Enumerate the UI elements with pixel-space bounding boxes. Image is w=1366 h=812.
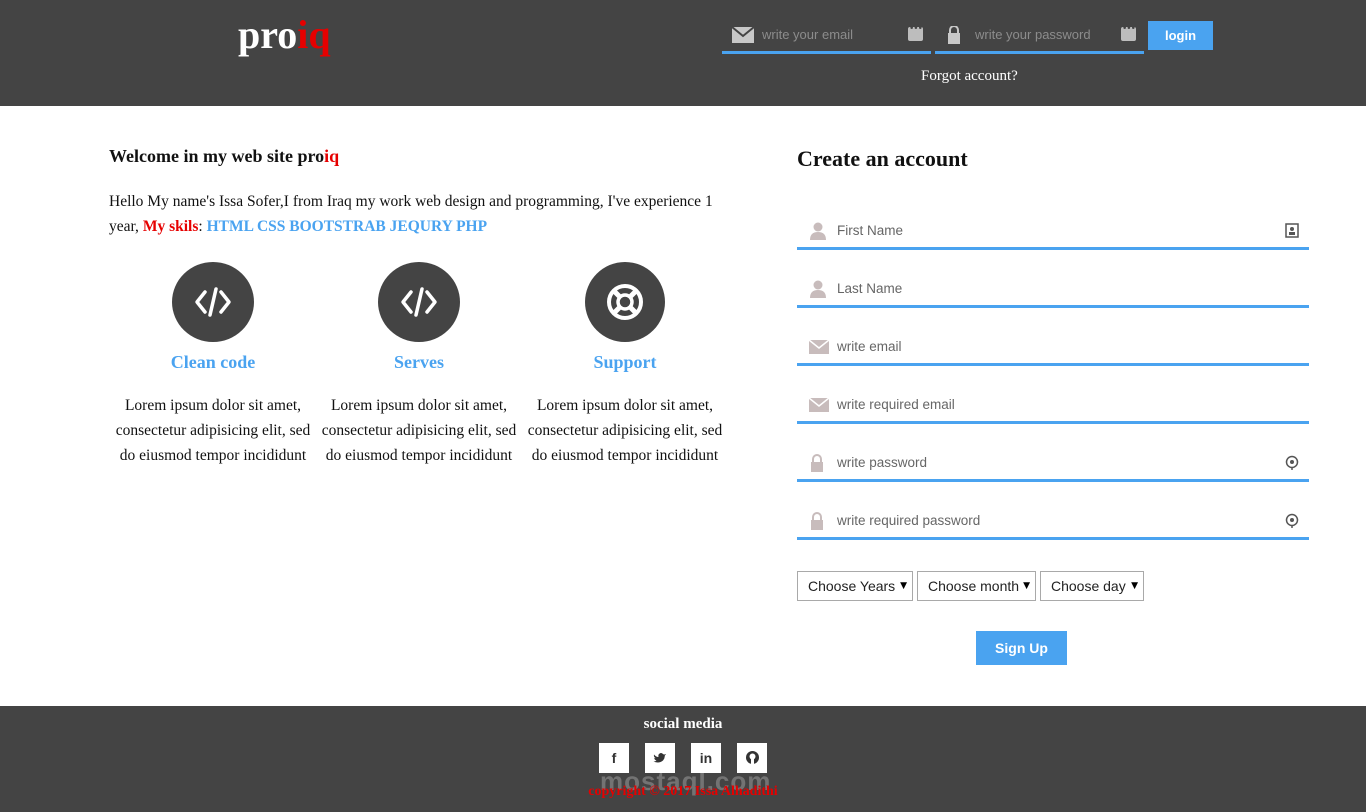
chevron-down-icon: ▼ bbox=[900, 581, 907, 591]
feature-card-serves: Serves Lorem ipsum dolor sit amet, conse… bbox=[316, 262, 522, 468]
logo-main: pro bbox=[238, 12, 298, 57]
feature-icon-circle bbox=[585, 262, 665, 342]
first-name-field[interactable]: First Name bbox=[797, 210, 1309, 250]
feature-description: Lorem ipsum dolor sit amet, consectetur … bbox=[321, 397, 517, 464]
feature-icon-circle bbox=[378, 262, 460, 342]
feature-title: Support bbox=[593, 352, 657, 372]
welcome-main: Welcome in my web site pro bbox=[109, 146, 325, 166]
month-select-value: Choose month bbox=[928, 578, 1020, 594]
welcome-accent: iq bbox=[324, 146, 340, 166]
logo[interactable]: proiq bbox=[238, 12, 331, 58]
day-select[interactable]: Choose day ▼ bbox=[1040, 571, 1144, 601]
email-confirm-field[interactable]: write required email bbox=[797, 384, 1309, 424]
skills-label: My skils bbox=[142, 218, 199, 235]
lifebuoy-icon bbox=[607, 284, 643, 320]
welcome-heading: Welcome in my web site proiq bbox=[109, 146, 339, 167]
login-button[interactable]: login bbox=[1148, 21, 1213, 50]
skills-sep: : bbox=[198, 218, 207, 235]
last-name-placeholder: Last Name bbox=[837, 281, 903, 296]
last-name-field[interactable]: Last Name bbox=[797, 268, 1309, 308]
envelope-icon bbox=[808, 339, 830, 354]
facebook-icon[interactable]: f bbox=[599, 743, 629, 773]
sign-up-button[interactable]: Sign Up bbox=[976, 631, 1067, 665]
email-field[interactable]: write email bbox=[797, 326, 1309, 366]
footer: mostaql.com social media f in copyright … bbox=[0, 706, 1366, 812]
email-confirm-placeholder: write required email bbox=[837, 397, 955, 412]
github-icon[interactable] bbox=[737, 743, 767, 773]
first-name-placeholder: First Name bbox=[837, 223, 904, 238]
lock-icon bbox=[811, 512, 823, 530]
password-confirm-field[interactable]: write required password bbox=[797, 500, 1309, 540]
chevron-down-icon: ▼ bbox=[1023, 581, 1030, 591]
login-email-input[interactable]: write your email bbox=[722, 18, 931, 54]
forgot-account-link[interactable]: Forgot account? bbox=[921, 68, 1018, 85]
year-select-value: Choose Years bbox=[808, 578, 896, 594]
user-icon bbox=[810, 280, 826, 298]
lock-icon bbox=[811, 454, 823, 472]
copyright-text: copyright © 2017 Issa Alhadithi bbox=[588, 784, 778, 799]
logo-accent: iq bbox=[297, 12, 331, 57]
user-icon bbox=[810, 222, 826, 240]
envelope-icon bbox=[808, 397, 830, 412]
feature-title: Serves bbox=[394, 352, 444, 372]
login-password-placeholder: write your password bbox=[975, 27, 1091, 42]
feature-icon-circle bbox=[172, 262, 254, 342]
password-key-icon[interactable] bbox=[1285, 513, 1299, 528]
login-email-placeholder: write your email bbox=[762, 27, 854, 42]
email-placeholder: write email bbox=[837, 339, 902, 354]
code-icon bbox=[401, 287, 437, 317]
linkedin-icon[interactable]: in bbox=[691, 743, 721, 773]
lock-icon bbox=[948, 26, 960, 44]
code-icon bbox=[195, 287, 231, 317]
feature-description: Lorem ipsum dolor sit amet, consectetur … bbox=[115, 397, 311, 464]
month-select[interactable]: Choose month ▼ bbox=[917, 571, 1036, 601]
password-placeholder: write password bbox=[837, 455, 928, 470]
social-media-title: social media bbox=[643, 716, 723, 732]
intro-paragraph: Hello My name's Issa Sofer,I from Iraq m… bbox=[109, 189, 739, 239]
envelope-icon bbox=[732, 26, 754, 43]
login-password-input[interactable]: write your password bbox=[935, 18, 1144, 54]
feature-card-support: Support Lorem ipsum dolor sit amet, cons… bbox=[522, 262, 728, 468]
autofill-key-icon[interactable] bbox=[1121, 24, 1136, 41]
twitter-icon[interactable] bbox=[645, 743, 675, 773]
feature-title: Clean code bbox=[170, 352, 256, 372]
password-confirm-placeholder: write required password bbox=[837, 513, 981, 528]
contact-card-icon[interactable] bbox=[1285, 223, 1299, 238]
skills-list: HTML CSS BOOTSTRAB JEQURY PHP bbox=[206, 218, 488, 235]
feature-card-clean-code: Clean code Lorem ipsum dolor sit amet, c… bbox=[110, 262, 316, 468]
day-select-value: Choose day bbox=[1051, 578, 1126, 594]
password-key-icon[interactable] bbox=[1285, 455, 1299, 470]
create-account-title: Create an account bbox=[797, 146, 968, 171]
password-field[interactable]: write password bbox=[797, 442, 1309, 482]
chevron-down-icon: ▼ bbox=[1131, 581, 1138, 591]
top-header: proiq write your email write your passwo… bbox=[0, 0, 1366, 106]
feature-description: Lorem ipsum dolor sit amet, consectetur … bbox=[527, 397, 723, 464]
autofill-key-icon[interactable] bbox=[908, 24, 923, 41]
year-select[interactable]: Choose Years ▼ bbox=[797, 571, 913, 601]
